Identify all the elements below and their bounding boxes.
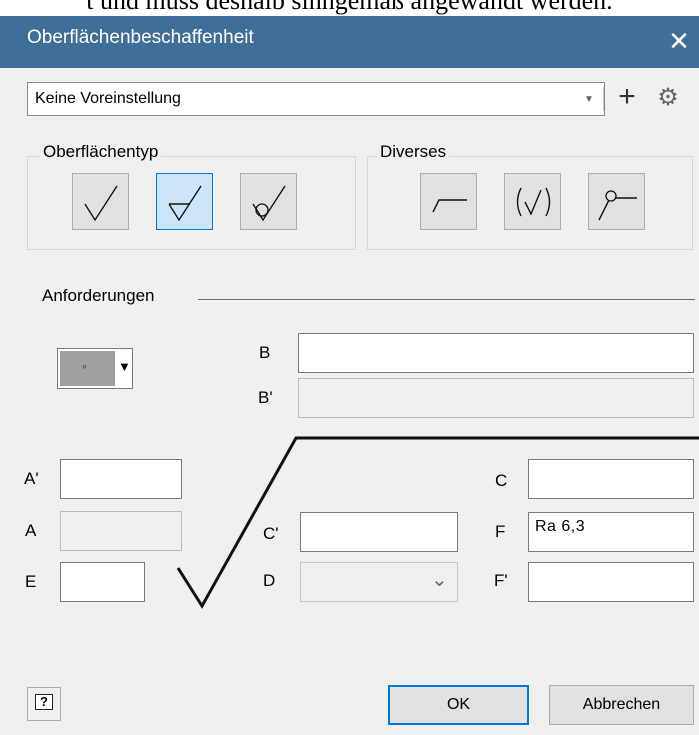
gear-icon[interactable]: ⚙ bbox=[653, 80, 683, 116]
requirements-label: Anforderungen bbox=[42, 286, 155, 305]
lay-symbol-swatch: ◦ bbox=[60, 351, 115, 386]
field-f-prime-label: F' bbox=[494, 571, 508, 590]
field-a-input bbox=[60, 511, 182, 551]
field-a-label: A bbox=[25, 521, 37, 540]
requirements-divider bbox=[198, 299, 695, 300]
field-b-label: B bbox=[259, 343, 271, 362]
background-document-text: t und muss deshalb sinngemäß angewandt w… bbox=[86, 0, 613, 15]
add-preset-button[interactable]: + bbox=[612, 80, 642, 116]
dialog-title: Oberflächenbeschaffenheit bbox=[27, 27, 254, 48]
field-c-label: C bbox=[495, 471, 508, 490]
surface-texture-dialog: Oberflächenbeschaffenheit ✕ Keine Vorein… bbox=[0, 16, 699, 735]
preset-value: Keine Voreinstellung bbox=[35, 90, 181, 107]
all-around-button[interactable] bbox=[588, 173, 645, 230]
preset-dropdown[interactable]: Keine Voreinstellung ▼ bbox=[27, 82, 605, 116]
close-button[interactable]: ✕ bbox=[660, 20, 698, 62]
field-c-prime-input[interactable] bbox=[300, 512, 458, 552]
field-f-label: F bbox=[495, 522, 506, 541]
title-bar[interactable]: Oberflächenbeschaffenheit ✕ bbox=[0, 16, 699, 68]
field-a-prime-label: A' bbox=[24, 469, 39, 488]
parentheses-symbol-button[interactable] bbox=[504, 173, 561, 230]
long-leg-icon bbox=[432, 199, 467, 213]
help-icon: ? bbox=[35, 694, 53, 710]
chevron-down-icon: ⌄ bbox=[431, 569, 448, 591]
long-leg-button[interactable] bbox=[420, 173, 477, 230]
lay-symbol: ◦ bbox=[82, 358, 87, 374]
ok-button-label: OK bbox=[446, 696, 471, 713]
field-e-input[interactable] bbox=[60, 562, 145, 602]
chevron-down-icon: ▼ bbox=[118, 359, 131, 374]
material-removal-prohibited-button[interactable] bbox=[240, 173, 297, 230]
field-a-prime-input[interactable] bbox=[60, 459, 182, 499]
field-c-prime-label: C' bbox=[263, 524, 279, 543]
cancel-button[interactable]: Abbrechen bbox=[549, 685, 694, 725]
field-e-label: E bbox=[25, 572, 37, 591]
field-d-label: D bbox=[263, 571, 276, 590]
help-button[interactable]: ? bbox=[27, 687, 61, 721]
misc-label: Diverses bbox=[377, 142, 450, 162]
field-b-prime-input bbox=[298, 378, 694, 418]
field-b-prime-label: B' bbox=[258, 388, 273, 407]
field-f-input[interactable]: Ra 6,3 bbox=[528, 512, 694, 552]
no-removal-symbol-icon bbox=[252, 185, 286, 222]
check-symbol-icon bbox=[84, 185, 118, 222]
all-around-icon bbox=[598, 190, 637, 221]
field-c-input[interactable] bbox=[528, 459, 694, 499]
basic-surface-button[interactable] bbox=[72, 173, 129, 230]
cancel-button-label: Abbrechen bbox=[582, 696, 661, 713]
field-f-value: Ra 6,3 bbox=[535, 518, 586, 535]
field-d-dropdown: ⌄ bbox=[300, 562, 458, 602]
help-icon-glyph: ? bbox=[40, 694, 48, 709]
chevron-down-icon: ▼ bbox=[584, 94, 594, 105]
machined-symbol-icon bbox=[168, 185, 202, 222]
lay-direction-dropdown[interactable]: ◦ ▼ bbox=[57, 348, 133, 389]
ok-button[interactable]: OK bbox=[388, 685, 529, 725]
dropdown-divider bbox=[603, 87, 604, 111]
material-removal-required-button[interactable] bbox=[156, 173, 213, 230]
surface-type-label: Oberflächentyp bbox=[40, 142, 162, 162]
parentheses-check-icon bbox=[516, 187, 551, 217]
field-f-prime-input[interactable] bbox=[528, 562, 694, 602]
field-b-input[interactable] bbox=[298, 333, 694, 373]
